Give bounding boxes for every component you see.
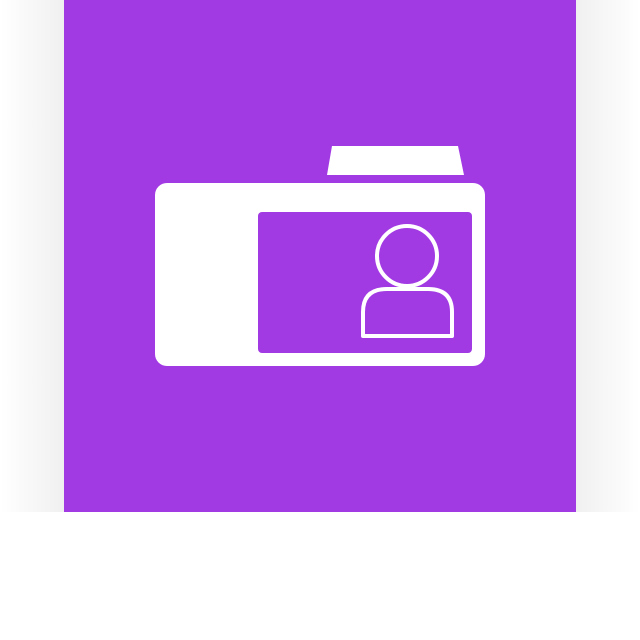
tile-reflection — [64, 512, 576, 640]
app-tile-canvas — [0, 0, 640, 640]
tile-shadow-left — [0, 0, 64, 512]
contact-card-folder-icon — [64, 0, 576, 512]
tile-shadow-right — [576, 0, 640, 512]
app-tile[interactable] — [64, 0, 576, 512]
